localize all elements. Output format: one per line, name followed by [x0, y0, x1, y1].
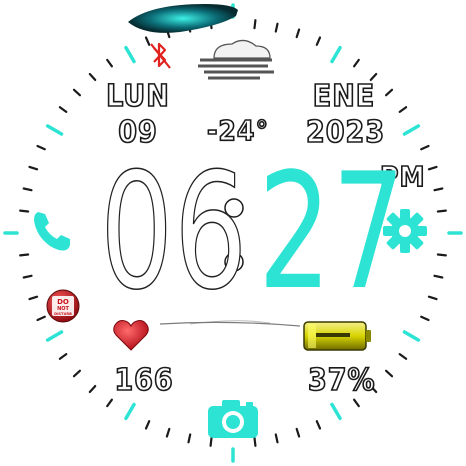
do-not-disturb-icon[interactable]: DO NOT DISTURB	[46, 288, 80, 324]
minute-tick	[28, 295, 39, 301]
minute-tick	[165, 427, 171, 438]
hours-display: 06	[99, 138, 249, 325]
heart-rate-value: 166	[114, 363, 174, 398]
minute-tick	[22, 274, 33, 279]
minute-tick	[28, 165, 39, 171]
minute-tick	[253, 19, 257, 30]
minute-tick	[433, 187, 444, 192]
minute-tick	[106, 398, 114, 408]
minute-tick	[420, 144, 430, 151]
minute-tick	[36, 315, 46, 322]
minute-tick	[385, 369, 394, 378]
minute-tick	[436, 209, 447, 213]
minute-tick	[398, 106, 408, 114]
minutes-display: 27	[258, 138, 407, 325]
minute-tick	[187, 433, 192, 444]
minute-tick	[315, 36, 322, 46]
minute-tick	[398, 353, 408, 360]
battery-percentage: 37%	[307, 363, 376, 398]
minute-tick	[72, 88, 82, 97]
minute-tick	[72, 369, 82, 378]
minute-tick	[22, 187, 33, 192]
minute-tick	[436, 253, 447, 257]
minute-tick	[385, 88, 394, 97]
minute-tick	[19, 253, 30, 257]
settings-gear-icon[interactable]	[382, 208, 428, 254]
month-label: ENE	[312, 79, 376, 114]
camera-icon[interactable]	[206, 398, 260, 440]
minute-tick	[433, 274, 444, 279]
bluetooth-off-icon[interactable]	[148, 40, 172, 70]
minute-tick	[36, 144, 46, 151]
minute-tick	[106, 58, 114, 68]
minute-tick	[19, 209, 30, 213]
minute-tick	[295, 427, 301, 438]
battery-icon[interactable]	[302, 318, 372, 354]
svg-text:DO: DO	[57, 298, 69, 306]
fog-cloud-icon	[194, 36, 278, 82]
hour-tick	[124, 45, 136, 64]
top-lens-highlight	[128, 4, 238, 33]
minute-tick	[420, 315, 430, 322]
minute-tick	[427, 295, 438, 301]
hour-tick	[402, 330, 421, 342]
minute-tick	[353, 58, 360, 68]
minute-tick	[274, 22, 279, 33]
minute-tick	[295, 28, 301, 39]
phone-icon[interactable]	[28, 206, 76, 254]
minute-tick	[353, 398, 360, 408]
hour-tick	[124, 402, 136, 421]
minute-tick	[58, 106, 68, 114]
minute-tick	[427, 165, 438, 171]
svg-text:DISTURB: DISTURB	[54, 312, 72, 316]
hour-tick	[330, 402, 342, 421]
minute-tick	[58, 353, 68, 360]
minute-tick	[88, 72, 97, 82]
minute-tick	[274, 433, 279, 444]
minute-tick	[144, 420, 151, 430]
hour-tick	[330, 45, 342, 64]
hour-tick	[402, 124, 421, 136]
minute-tick	[315, 420, 322, 430]
minute-tick	[88, 385, 97, 394]
hour-tick	[45, 330, 64, 342]
heart-rate-icon[interactable]	[112, 318, 150, 352]
hour-tick	[45, 124, 64, 136]
weekday-label: LUN	[105, 79, 170, 114]
